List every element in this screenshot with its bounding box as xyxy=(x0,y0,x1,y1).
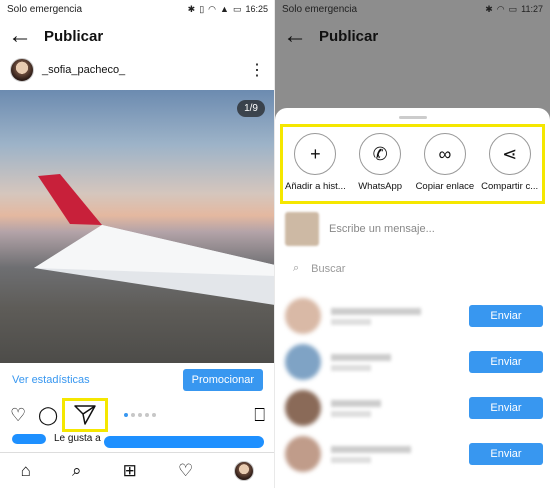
battery-icon: ▭ xyxy=(232,3,242,14)
page-title: Publicar xyxy=(319,27,379,45)
profile-avatar[interactable] xyxy=(234,460,255,481)
status-bar: Solo emergencia ✱ ▯ ◠ ▲ ▭ 16:25 xyxy=(0,0,275,18)
redacted-names xyxy=(104,436,264,448)
avatar xyxy=(285,344,321,380)
post-screen: Solo emergencia ✱ ▯ ◠ ▲ ▭ 16:25 ← Public… xyxy=(0,0,275,488)
status-bar: Solo emergencia ✱ ◠ ▭ 11:27 xyxy=(275,0,550,18)
carrier-label: Solo emergencia xyxy=(7,3,83,15)
send-button[interactable]: Enviar xyxy=(469,351,543,373)
sheet-grip[interactable] xyxy=(398,116,427,119)
action-bar: ♡ ◯ ⎕ xyxy=(0,398,275,432)
search-input[interactable]: Buscar xyxy=(311,263,345,275)
list-item: Enviar xyxy=(285,342,543,382)
search-icon: ⌕ xyxy=(293,262,300,274)
avatar[interactable] xyxy=(10,58,34,82)
header: ← Publicar xyxy=(0,18,275,54)
send-button[interactable]: Enviar xyxy=(469,397,543,419)
username[interactable]: _sofia_pacheco_ xyxy=(42,64,125,76)
whatsapp-icon: ✆ xyxy=(359,133,402,175)
more-options-icon[interactable]: ⋮ xyxy=(249,60,265,80)
clock: 11:27 xyxy=(521,4,543,14)
back-arrow-icon[interactable]: ← xyxy=(8,22,44,50)
share-sheet: + Añadir a hist... ✆ WhatsApp ∞ Copiar e… xyxy=(275,108,550,488)
airplane-wing-image xyxy=(34,174,275,305)
new-post-icon[interactable]: ⊞ xyxy=(123,461,137,481)
insights-row: Ver estadísticas Promocionar xyxy=(0,368,275,392)
carrier-label: Solo emergencia xyxy=(282,3,358,15)
bookmark-icon[interactable]: ⎕ xyxy=(254,405,265,426)
view-insights-link[interactable]: Ver estadísticas xyxy=(12,374,90,386)
share-other[interactable]: ⋖ Compartir c... xyxy=(479,133,541,192)
bottom-nav: ⌂ ⌕ ⊞ ♡ xyxy=(0,452,275,488)
wing-highlight-shape xyxy=(34,225,275,276)
avatar xyxy=(285,390,321,426)
search-row[interactable]: ⌕ Buscar xyxy=(293,262,345,275)
share-add-story[interactable]: + Añadir a hist... xyxy=(284,133,346,192)
likes-text: Le gusta a xyxy=(12,433,101,444)
avatar xyxy=(285,298,321,334)
image-counter: 1/9 xyxy=(237,100,265,117)
winglet-shape xyxy=(38,174,102,225)
search-icon[interactable]: ⌕ xyxy=(72,461,82,481)
battery-icon: ▭ xyxy=(508,3,518,14)
list-item: Enviar xyxy=(285,434,543,474)
share-copy-link[interactable]: ∞ Copiar enlace xyxy=(414,133,476,192)
message-input[interactable]: Escribe un mensaje... xyxy=(329,223,435,235)
signal-icon: ▲ xyxy=(220,4,229,14)
activity-heart-icon[interactable]: ♡ xyxy=(178,461,193,481)
list-item: Enviar xyxy=(285,296,543,336)
clock: 16:25 xyxy=(245,4,268,14)
send-button[interactable]: Enviar xyxy=(469,305,543,327)
plus-icon: + xyxy=(294,133,337,175)
home-icon[interactable]: ⌂ xyxy=(21,461,31,481)
send-button[interactable]: Enviar xyxy=(469,443,543,465)
likes-label: Le gusta a xyxy=(54,433,101,444)
heart-icon[interactable]: ♡ xyxy=(10,405,38,426)
share-screen: Solo emergencia ✱ ◠ ▭ 11:27 ← Publicar +… xyxy=(275,0,550,488)
send-icon[interactable] xyxy=(74,405,96,425)
vibrate-icon: ▯ xyxy=(199,3,205,14)
link-icon: ∞ xyxy=(423,133,466,175)
share-highlight xyxy=(62,398,108,432)
share-icon: ⋖ xyxy=(488,133,531,175)
post-thumbnail xyxy=(285,212,319,246)
bluetooth-icon: ✱ xyxy=(187,3,196,14)
wifi-icon: ◠ xyxy=(208,3,217,14)
post-image[interactable]: 1/9 xyxy=(0,90,275,363)
post-author-row: _sofia_pacheco_ ⋮ xyxy=(0,54,275,86)
header: ← Publicar xyxy=(275,18,550,54)
promote-button[interactable]: Promocionar xyxy=(182,369,263,391)
bluetooth-icon: ✱ xyxy=(485,3,493,14)
share-whatsapp[interactable]: ✆ WhatsApp xyxy=(349,133,411,192)
carousel-dots xyxy=(124,413,156,417)
back-arrow-icon[interactable]: ← xyxy=(283,22,319,50)
avatar xyxy=(285,436,321,472)
page-title: Publicar xyxy=(44,27,104,45)
share-options: + Añadir a hist... ✆ WhatsApp ∞ Copiar e… xyxy=(280,124,545,204)
message-row: Escribe un mensaje... xyxy=(285,212,435,246)
wifi-icon: ◠ xyxy=(496,3,505,14)
list-item: Enviar xyxy=(285,388,543,428)
